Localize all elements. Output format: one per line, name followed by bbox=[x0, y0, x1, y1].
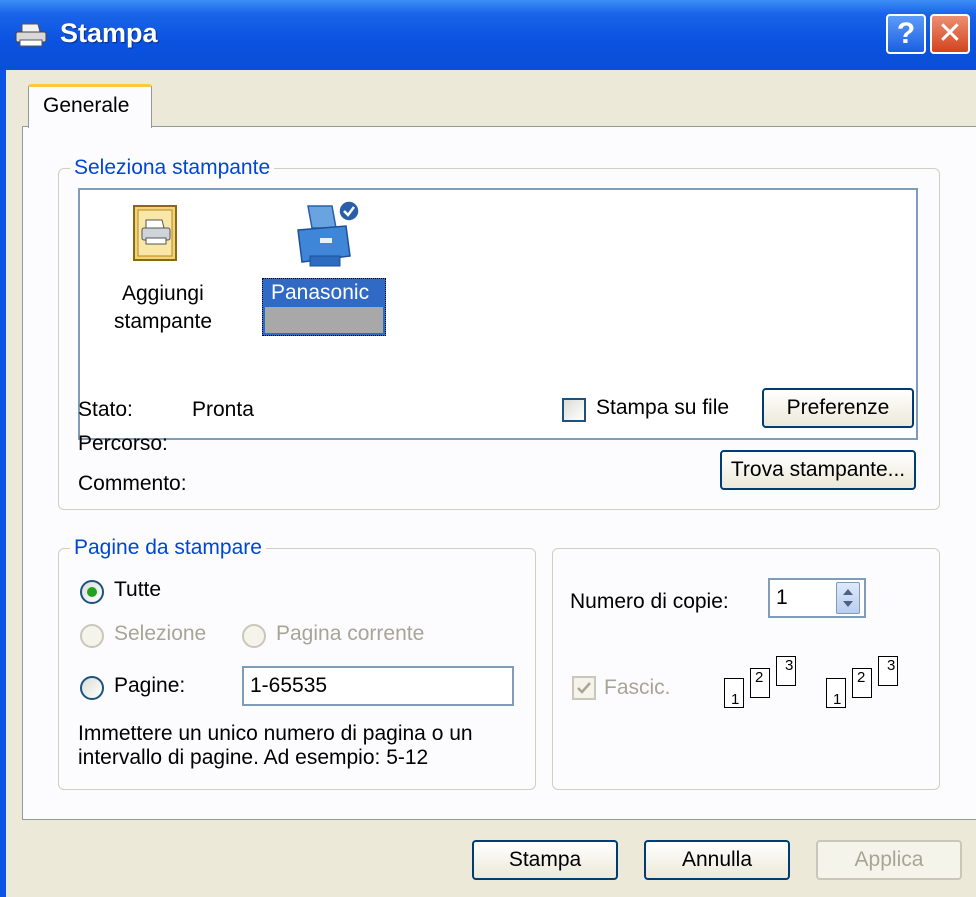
collate-illustration: 3 2 1 bbox=[718, 656, 808, 726]
current-page-radio[interactable] bbox=[242, 624, 266, 648]
select-printer-legend: Seleziona stampante bbox=[70, 156, 275, 180]
default-check-icon bbox=[338, 200, 360, 222]
all-pages-radio[interactable] bbox=[80, 580, 104, 604]
help-button[interactable]: ? bbox=[886, 14, 926, 54]
add-printer-label-2: stampante bbox=[114, 310, 213, 333]
print-dialog: Stampa ? ✕ Generale Seleziona stampante … bbox=[0, 0, 976, 897]
page-1: 1 bbox=[826, 678, 846, 708]
page-2: 2 bbox=[750, 668, 770, 698]
window-title: Stampa bbox=[60, 18, 158, 48]
collate-illustration: 3 2 1 bbox=[820, 656, 910, 726]
status-value: Pronta bbox=[192, 398, 254, 421]
tab-label: Generale bbox=[43, 94, 130, 117]
page-2: 2 bbox=[852, 668, 872, 698]
print-to-file-label[interactable]: Stampa su file bbox=[596, 396, 729, 420]
printer-selected-label[interactable]: Panasonic bbox=[262, 278, 386, 336]
collate-checkbox[interactable] bbox=[572, 676, 596, 700]
preferences-button[interactable]: Preferenze bbox=[762, 388, 914, 428]
selection-label[interactable]: Selezione bbox=[114, 622, 206, 646]
spinner-arrows-icon bbox=[843, 589, 853, 607]
radio-selected-dot bbox=[87, 587, 97, 597]
selection-radio[interactable] bbox=[80, 624, 104, 648]
page-3: 3 bbox=[776, 656, 796, 686]
comment-label: Commento: bbox=[78, 472, 187, 495]
page-1: 1 bbox=[724, 678, 744, 708]
find-printer-button[interactable]: Trova stampante... bbox=[720, 450, 916, 490]
dialog-body: Generale Seleziona stampante Aggiungi st… bbox=[6, 70, 976, 897]
printer-name-extra bbox=[265, 307, 383, 333]
status-label: Stato: bbox=[78, 398, 133, 421]
pages-input[interactable]: 1-65535 bbox=[242, 666, 514, 706]
apply-button[interactable]: Applica bbox=[816, 840, 962, 880]
collate-label[interactable]: Fascic. bbox=[604, 676, 671, 700]
all-pages-label[interactable]: Tutte bbox=[114, 578, 161, 602]
page-range-hint-1: Immettere un unico numero di pagina o un bbox=[78, 722, 473, 745]
close-button[interactable]: ✕ bbox=[930, 14, 970, 54]
cancel-button[interactable]: Annulla bbox=[644, 840, 790, 880]
add-printer-icon[interactable] bbox=[132, 202, 184, 264]
printer-name: Panasonic bbox=[271, 281, 370, 304]
page-3: 3 bbox=[878, 656, 898, 686]
tab-generale[interactable]: Generale bbox=[28, 84, 152, 128]
page-range-hint-2: intervallo di pagine. Ad esempio: 5-12 bbox=[78, 746, 429, 769]
path-label: Percorso: bbox=[78, 432, 168, 455]
copies-spinner[interactable] bbox=[836, 582, 860, 614]
printer-icon bbox=[15, 23, 47, 47]
pages-label[interactable]: Pagine: bbox=[114, 674, 185, 698]
copies-label: Numero di copie: bbox=[570, 590, 729, 613]
checkmark-icon bbox=[577, 682, 591, 694]
pages-radio[interactable] bbox=[80, 676, 104, 700]
print-to-file-checkbox[interactable] bbox=[562, 398, 586, 422]
print-button[interactable]: Stampa bbox=[472, 840, 618, 880]
add-printer-label-1: Aggiungi bbox=[122, 282, 204, 305]
title-bar[interactable]: Stampa ? ✕ bbox=[0, 0, 976, 70]
page-range-legend: Pagine da stampare bbox=[70, 536, 266, 560]
current-page-label[interactable]: Pagina corrente bbox=[276, 622, 424, 646]
